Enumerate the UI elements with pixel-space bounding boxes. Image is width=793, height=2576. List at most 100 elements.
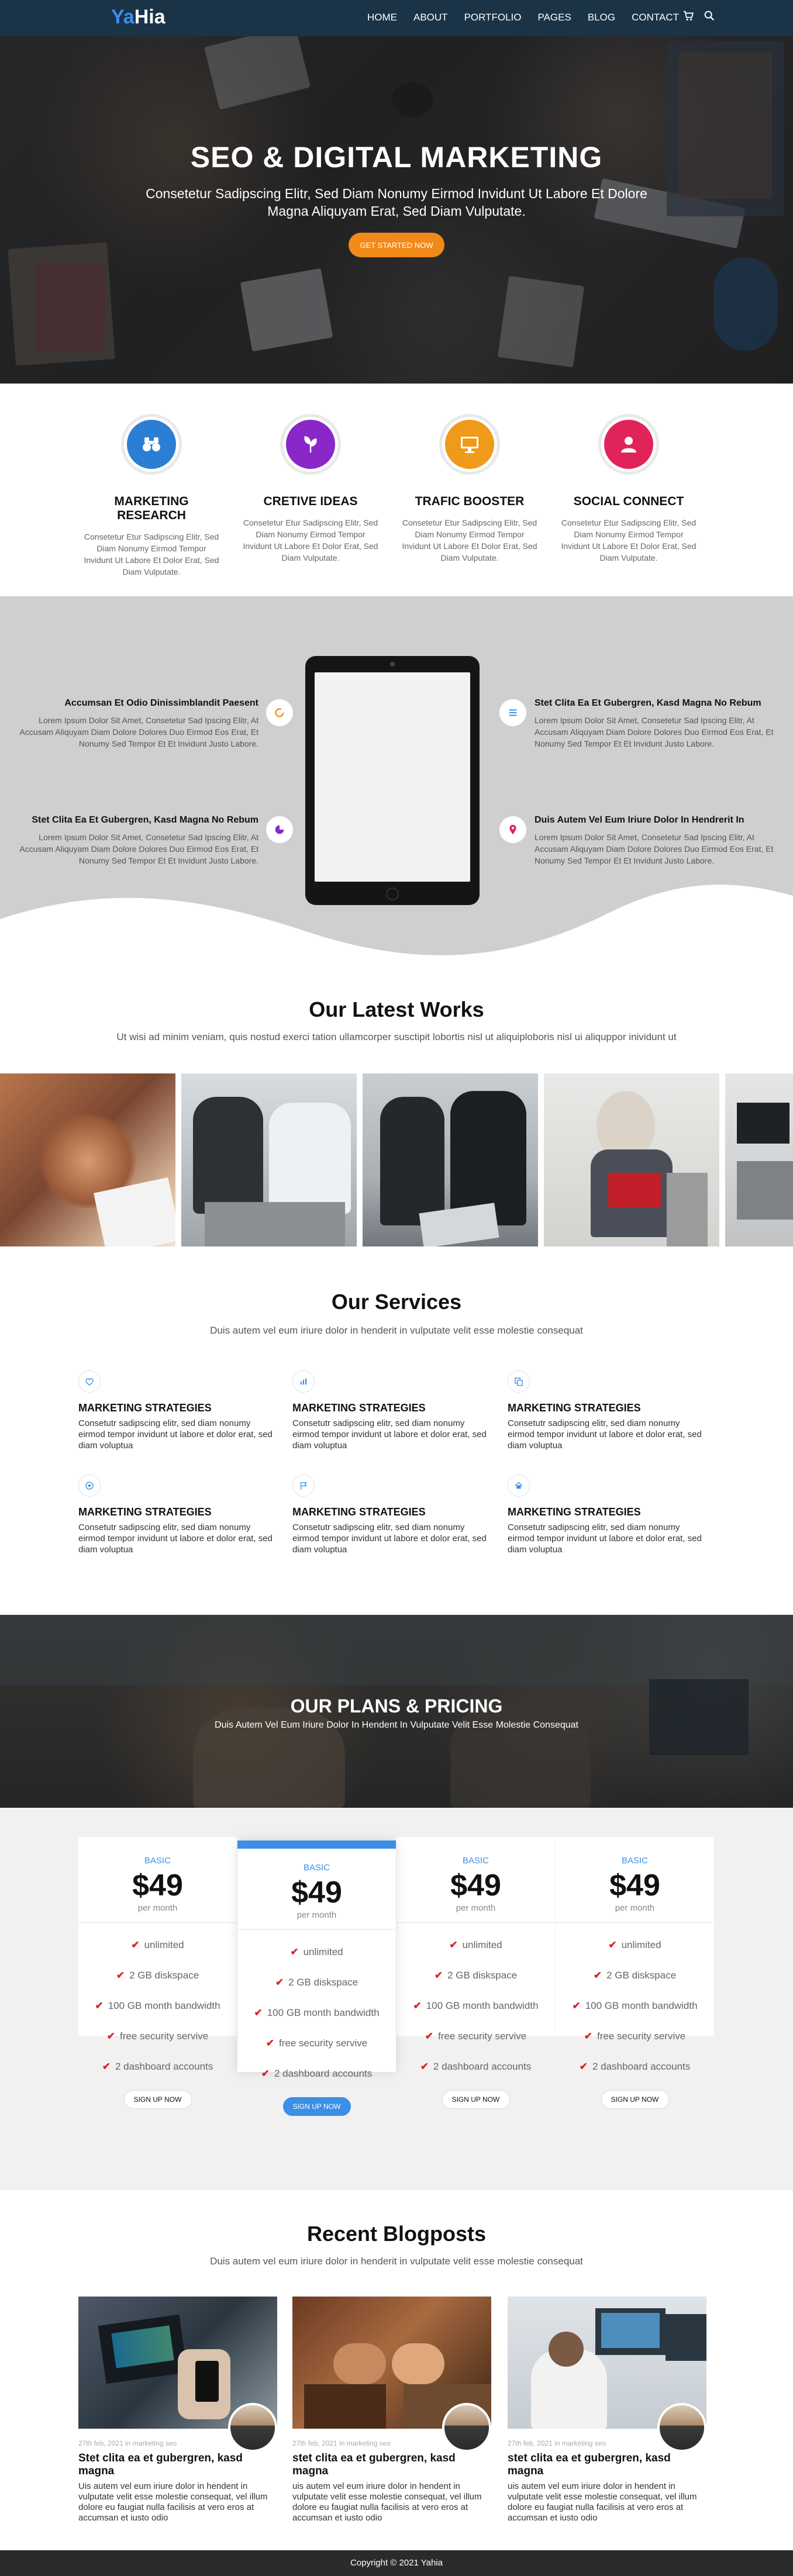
blog-post-card: 27th feb, 2021 in marketing seo stet cli… bbox=[508, 2297, 706, 2523]
sign-up-button[interactable]: SIGN UP NOW bbox=[123, 2090, 192, 2109]
service-title: MARKETING STRATEGIES bbox=[292, 1402, 426, 1414]
check-icon: ✔ bbox=[434, 1970, 443, 1981]
author-avatar bbox=[228, 2403, 277, 2452]
nav-portfolio[interactable]: PORTFOLIO bbox=[464, 12, 522, 23]
post-excerpt: Uis autem vel eum iriure dolor in henden… bbox=[78, 2481, 268, 2523]
sign-up-button[interactable]: SIGN UP NOW bbox=[282, 2097, 351, 2116]
sign-up-button[interactable]: SIGN UP NOW bbox=[601, 2090, 669, 2109]
work-image[interactable] bbox=[544, 1073, 719, 1249]
pricing-card: BASIC $49 per month ✔ unlimited ✔ 2 GB dis… bbox=[78, 1837, 237, 2109]
plan-feature: ✔ 2 dashboard accounts bbox=[420, 2061, 532, 2072]
plan-feature: ✔ unlimited bbox=[449, 1939, 502, 1950]
sign-up-button[interactable]: SIGN UP NOW bbox=[442, 2090, 510, 2109]
service-title: MARKETING STRATEGIES bbox=[292, 1506, 426, 1518]
service-text: Consetutr sadipscing elitr, sed diam non… bbox=[508, 1522, 702, 1555]
heart-icon bbox=[78, 1370, 101, 1393]
check-icon: ✔ bbox=[95, 2000, 104, 2011]
flag-icon bbox=[292, 1475, 315, 1497]
app-feature-text: Lorem Ipsum Dolor Sit Amet, Consetetur S… bbox=[535, 833, 774, 865]
plan-feature: ✔ unlimited bbox=[131, 1939, 184, 1950]
plan-feature: ✔ 2 dashboard accounts bbox=[579, 2061, 691, 2072]
app-feature-item: Stet Clita Ea Et Gubergren, Kasd Magna N… bbox=[535, 698, 780, 750]
feature-title: CRETIVE IDEAS bbox=[263, 495, 358, 508]
pricing-card-featured: BASIC $49 per month ✔ unlimited ✔ 2 GB dis… bbox=[237, 1841, 396, 2116]
plans-title: OUR PLANS & PRICING bbox=[290, 1696, 503, 1717]
target-icon bbox=[78, 1475, 101, 1497]
check-icon: ✔ bbox=[261, 2068, 270, 2079]
post-title[interactable]: Stet clita ea et gubergren, kasd magna bbox=[78, 2452, 277, 2478]
service-title: MARKETING STRATEGIES bbox=[508, 1506, 641, 1518]
feature-card: SOCIAL CONNECT Consetetur Etur Sadipscin… bbox=[556, 414, 702, 564]
app-feature-title: Stet Clita Ea Et Gubergren, Kasd Magna N… bbox=[535, 698, 761, 708]
work-image[interactable] bbox=[363, 1073, 538, 1249]
pricing-card: BASIC $49 per month ✔ unlimited ✔ 2 GB dis… bbox=[556, 1837, 714, 2109]
plan-feature: ✔ 2 GB diskspace bbox=[434, 1970, 518, 1981]
app-feature-text: Lorem Ipsum Dolor Sit Amet, Consetetur S… bbox=[19, 833, 258, 865]
hero-section: SEO & DIGITAL MARKETING Consetetur Sadip… bbox=[0, 0, 793, 384]
section-title: Recent Blogposts bbox=[306, 2222, 487, 2246]
service-title: MARKETING STRATEGIES bbox=[78, 1402, 212, 1414]
feature-text: Consetetur Etur Sadipscing Elitr, Sed Di… bbox=[84, 532, 219, 576]
plan-feature: ✔ 2 dashboard accounts bbox=[102, 2061, 213, 2072]
check-icon: ✔ bbox=[102, 2061, 111, 2072]
service-item: MARKETING STRATEGIES Consetutr sadipscin… bbox=[292, 1475, 491, 1555]
nav-pages[interactable]: PAGES bbox=[538, 12, 571, 23]
check-icon: ✔ bbox=[254, 2007, 263, 2018]
check-icon: ✔ bbox=[275, 1977, 284, 1988]
features-section: MARKETING RESEARCH Consetetur Etur Sadip… bbox=[0, 384, 793, 596]
plan-feature: ✔ 100 GB month bandwidth bbox=[254, 2007, 380, 2018]
tablet-screen bbox=[315, 672, 470, 882]
author-avatar bbox=[657, 2403, 706, 2452]
service-text: Consetutr sadipscing elitr, sed diam non… bbox=[78, 1418, 273, 1451]
check-icon: ✔ bbox=[593, 1970, 602, 1981]
section-subtitle: Duis autem vel eum iriure dolor in hende… bbox=[210, 2256, 583, 2267]
copy-icon bbox=[508, 1370, 530, 1393]
site-logo[interactable]: YaHia bbox=[111, 6, 166, 29]
post-excerpt: uis autem vel eum iriure dolor in henden… bbox=[508, 2481, 697, 2523]
nav-blog[interactable]: BLOG bbox=[588, 12, 615, 23]
plan-feature: ✔ 100 GB month bandwidth bbox=[95, 2000, 220, 2011]
monitor-icon bbox=[445, 420, 494, 469]
author-avatar bbox=[442, 2403, 491, 2452]
plan-period: per month bbox=[615, 1903, 655, 1913]
hero-subtitle: Consetetur Sadipscing Elitr, Sed Diam No… bbox=[146, 186, 647, 219]
plan-name: BASIC bbox=[462, 1856, 489, 1866]
pie-icon bbox=[266, 816, 293, 843]
work-image[interactable] bbox=[725, 1073, 793, 1249]
nav-contact[interactable]: CONTACT bbox=[632, 12, 679, 23]
circle-icon bbox=[266, 699, 293, 726]
feature-card: TRAFIC BOOSTER Consetetur Etur Sadipscin… bbox=[396, 414, 543, 564]
service-text: Consetutr sadipscing elitr, sed diam non… bbox=[292, 1418, 487, 1451]
check-icon: ✔ bbox=[106, 2031, 116, 2042]
plan-name: BASIC bbox=[621, 1856, 648, 1866]
plan-price: $49 bbox=[291, 1876, 342, 1909]
footer: Copyright © 2021 Yahia bbox=[0, 2550, 793, 2576]
work-image[interactable] bbox=[0, 1073, 175, 1249]
check-icon: ✔ bbox=[290, 1946, 299, 1957]
plan-name: BASIC bbox=[144, 1856, 171, 1866]
post-title[interactable]: stet clita ea et gubergren, kasd magna bbox=[508, 2452, 706, 2478]
plan-period: per month bbox=[296, 1910, 337, 1920]
service-title: MARKETING STRATEGIES bbox=[78, 1506, 212, 1518]
plan-price: $49 bbox=[132, 1869, 183, 1902]
cart-icon[interactable] bbox=[682, 9, 695, 25]
nav-about[interactable]: ABOUT bbox=[413, 12, 448, 23]
blog-post-card: 27th feb, 2021 in marketing seo stet cli… bbox=[292, 2297, 491, 2523]
tablet-mockup bbox=[305, 656, 480, 905]
blog-section: Recent Blogposts Duis autem vel eum iriu… bbox=[0, 2190, 793, 2550]
feature-title: MARKETING RESEARCH bbox=[114, 495, 189, 522]
work-image[interactable] bbox=[181, 1073, 357, 1249]
home-icon bbox=[508, 1475, 530, 1497]
pricing-card: BASIC $49 per month ✔ unlimited ✔ 2 GB dis… bbox=[396, 1837, 555, 2109]
post-excerpt: uis autem vel eum iriure dolor in henden… bbox=[292, 2481, 482, 2523]
service-title: MARKETING STRATEGIES bbox=[508, 1402, 641, 1414]
app-feature-item: Stet Clita Ea Et Gubergren, Kasd Magna N… bbox=[13, 815, 258, 866]
get-started-button[interactable]: GET STARTED NOW bbox=[349, 233, 444, 257]
section-subtitle: Ut wisi ad minim veniam, quis nostud exe… bbox=[116, 1031, 677, 1042]
service-item: MARKETING STRATEGIES Consetutr sadipscin… bbox=[78, 1370, 277, 1451]
search-icon[interactable] bbox=[703, 9, 716, 25]
service-text: Consetutr sadipscing elitr, sed diam non… bbox=[292, 1522, 487, 1555]
post-title[interactable]: stet clita ea et gubergren, kasd magna bbox=[292, 2452, 491, 2478]
nav-home[interactable]: HOME bbox=[367, 12, 397, 23]
plan-feature: ✔ free security servive bbox=[584, 2031, 686, 2042]
